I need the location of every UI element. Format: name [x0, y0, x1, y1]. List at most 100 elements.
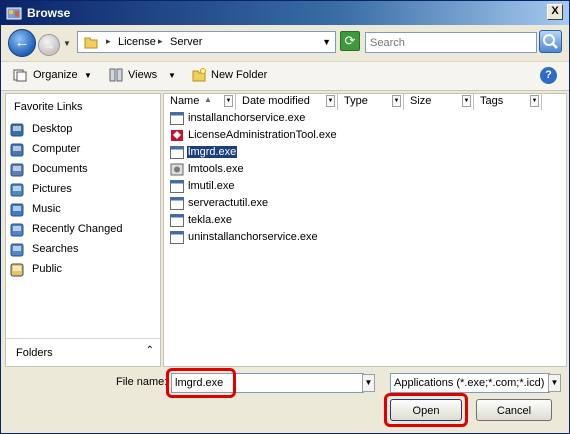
address-bar[interactable]: ▸ License ▸ Server ▼	[77, 31, 336, 53]
nav-item-pictures[interactable]: Pictures	[6, 180, 160, 200]
exe-icon	[170, 231, 184, 244]
public-folder-icon	[10, 263, 24, 277]
nav-item-documents[interactable]: Documents	[6, 160, 160, 180]
column-label: Name	[170, 95, 200, 107]
file-name-label: File name:	[116, 376, 168, 388]
file-name: lmtools.exe	[188, 163, 244, 175]
organize-dropdown-icon[interactable]: ▼	[84, 71, 92, 80]
nav-item-public[interactable]: Public	[6, 260, 160, 280]
nav-item-label: Music	[32, 203, 61, 215]
column-dropdown-icon[interactable]: ▼	[392, 95, 401, 107]
file-row[interactable]: serveractutil.exe	[170, 196, 550, 212]
nav-item-label: Recently Changed	[32, 223, 123, 235]
search-button[interactable]	[539, 30, 562, 53]
new-folder-icon	[192, 68, 206, 82]
column-tags[interactable]: Tags ▼	[474, 94, 542, 110]
address-dropdown-icon[interactable]: ▼	[322, 37, 331, 47]
command-toolbar: Organize ▼ Views ▼ New Folder ?	[1, 61, 569, 91]
exe-icon	[170, 146, 184, 159]
breadcrumb-separator: ▸	[106, 36, 111, 46]
close-button[interactable]: X	[547, 4, 563, 20]
nav-item-label: Searches	[32, 243, 79, 255]
views-button[interactable]: Views	[128, 69, 157, 81]
nav-item-desktop[interactable]: Desktop	[6, 120, 160, 140]
file-name: uninstallanchorservice.exe	[188, 231, 318, 243]
help-icon[interactable]: ?	[540, 67, 557, 84]
search-icon	[543, 34, 558, 49]
breadcrumb-separator: ▸	[158, 36, 163, 46]
exe-icon	[170, 214, 184, 227]
folders-label: Folders	[16, 347, 53, 359]
column-dropdown-icon[interactable]: ▼	[326, 95, 335, 107]
column-date-modified[interactable]: Date modified ▼	[236, 94, 338, 110]
breadcrumb-server[interactable]: Server	[170, 36, 202, 48]
file-name-dropdown-icon[interactable]: ▼	[362, 374, 375, 392]
file-name: lmgrd.exe	[187, 146, 238, 158]
refresh-button[interactable]: ⟳	[340, 31, 360, 51]
forward-button[interactable]: →	[38, 34, 60, 56]
nav-item-music[interactable]: Music	[6, 200, 160, 220]
nav-item-label: Documents	[32, 163, 88, 175]
nav-item-label: Desktop	[32, 123, 73, 135]
license-tool-icon	[170, 129, 184, 142]
file-row[interactable]: uninstallanchorservice.exe	[170, 230, 550, 246]
sort-ascending-icon: ▲	[204, 95, 212, 104]
filter-dropdown-icon[interactable]: ▼	[548, 374, 561, 392]
nav-item-recently-changed[interactable]: Recently Changed	[6, 220, 160, 240]
exe-icon	[170, 197, 184, 210]
file-name: installanchorservice.exe	[188, 112, 306, 124]
column-label: Type	[344, 95, 368, 107]
nav-item-searches[interactable]: Searches	[6, 240, 160, 260]
breadcrumb-license[interactable]: License	[118, 36, 156, 48]
views-dropdown-icon[interactable]: ▼	[168, 71, 176, 80]
file-row[interactable]: LicenseAdministrationTool.exe	[170, 128, 550, 144]
favorite-links-heading: Favorite Links	[14, 101, 83, 113]
nav-item-label: Computer	[32, 143, 81, 155]
file-row[interactable]: installanchorservice.exe	[170, 111, 550, 127]
chevron-up-icon: ⌃	[145, 345, 154, 356]
nav-item-label: Pictures	[32, 183, 72, 195]
file-row[interactable]: tekla.exe	[170, 213, 550, 229]
app-icon	[6, 5, 22, 21]
nav-item-computer[interactable]: Computer	[6, 140, 160, 160]
exe-icon	[170, 112, 184, 125]
nav-item-label: Public	[32, 263, 62, 275]
file-row[interactable]: lmutil.exe	[170, 179, 550, 195]
file-name: tekla.exe	[188, 214, 233, 226]
column-dropdown-icon[interactable]: ▼	[462, 95, 471, 107]
new-folder-button[interactable]: New Folder	[211, 69, 267, 81]
column-name[interactable]: Name ▲ ▼	[164, 94, 236, 110]
organize-icon	[13, 68, 27, 82]
views-icon	[109, 68, 123, 82]
file-name: LicenseAdministrationTool.exe	[188, 129, 337, 141]
cancel-button[interactable]: Cancel	[476, 399, 552, 421]
file-list-pane: Name ▲ ▼ Date modified ▼ Type ▼ Size ▼ T…	[163, 93, 567, 367]
column-size[interactable]: Size ▼	[404, 94, 474, 110]
highlight-box-file-name	[166, 368, 236, 398]
pictures-icon	[10, 183, 24, 197]
column-dropdown-icon[interactable]: ▼	[224, 95, 233, 107]
title-bar[interactable]: Browse X	[1, 1, 569, 25]
lmtools-icon	[170, 163, 184, 176]
music-icon	[10, 203, 24, 217]
highlight-box-open	[384, 393, 468, 427]
column-label: Tags	[480, 95, 504, 107]
file-row[interactable]: lmgrd.exe	[170, 145, 550, 161]
column-type[interactable]: Type ▼	[338, 94, 404, 110]
browse-dialog: Browse X ← → ▼ ▸ License ▸ Server ▼ ⟳ Or…	[0, 0, 570, 434]
column-headers: Name ▲ ▼ Date modified ▼ Type ▼ Size ▼ T…	[164, 94, 566, 110]
file-name: lmutil.exe	[188, 180, 235, 192]
file-name: serveractutil.exe	[188, 197, 269, 209]
documents-icon	[10, 163, 24, 177]
file-row[interactable]: lmtools.exe	[170, 162, 550, 178]
history-dropdown-icon[interactable]: ▼	[63, 39, 71, 48]
computer-icon	[10, 143, 24, 157]
organize-button[interactable]: Organize	[33, 69, 78, 81]
back-button[interactable]: ←	[8, 29, 36, 57]
address-row: ← → ▼ ▸ License ▸ Server ▼ ⟳	[1, 27, 569, 59]
column-dropdown-icon[interactable]: ▼	[530, 95, 539, 107]
navigation-pane: Favorite Links Desktop Computer Documents P…	[5, 93, 161, 367]
search-input[interactable]	[365, 32, 537, 53]
folders-toggle[interactable]: Folders ⌃	[6, 338, 160, 367]
file-type-filter[interactable]: Applications (*.exe;*.com;*.icd)	[390, 373, 550, 393]
